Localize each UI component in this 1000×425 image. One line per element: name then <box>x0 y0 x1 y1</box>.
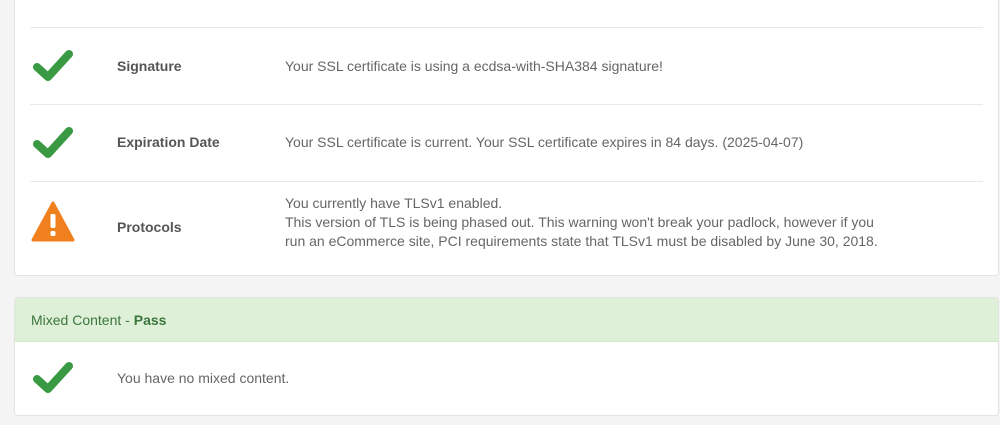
protocols-row: Protocols You currently have TLSv1 enabl… <box>15 182 998 272</box>
mixed-content-header: Mixed Content - Pass <box>15 298 998 342</box>
expiration-date-row: Expiration Date Your SSL certificate is … <box>15 105 998 181</box>
warning-icon <box>31 200 75 244</box>
check-icon <box>31 356 75 400</box>
expiration-date-label: Expiration Date <box>117 134 220 150</box>
mixed-content-status: Pass <box>133 312 167 328</box>
mixed-content-separator: - <box>121 312 134 328</box>
ssl-details-panel: Signature Your SSL certificate is using … <box>14 0 999 276</box>
protocols-message-line: run an eCommerce site, PCI requirements … <box>285 233 878 249</box>
check-icon <box>31 121 75 165</box>
protocols-message: You currently have TLSv1 enabled. This v… <box>285 194 878 251</box>
expiration-date-message: Your SSL certificate is current. Your SS… <box>285 134 804 150</box>
mixed-content-title: Mixed Content <box>31 312 122 328</box>
signature-message: Your SSL certificate is using a ecdsa-wi… <box>285 58 663 74</box>
protocols-label: Protocols <box>117 219 182 235</box>
mixed-content-panel: Mixed Content - Pass You have no mixed c… <box>14 297 999 416</box>
check-icon <box>31 44 75 88</box>
protocols-message-line: You currently have TLSv1 enabled. <box>285 195 503 211</box>
signature-label: Signature <box>117 58 182 74</box>
protocols-message-line: This version of TLS is being phased out.… <box>285 214 874 230</box>
signature-row: Signature Your SSL certificate is using … <box>15 28 998 104</box>
mixed-content-message: You have no mixed content. <box>117 370 290 386</box>
